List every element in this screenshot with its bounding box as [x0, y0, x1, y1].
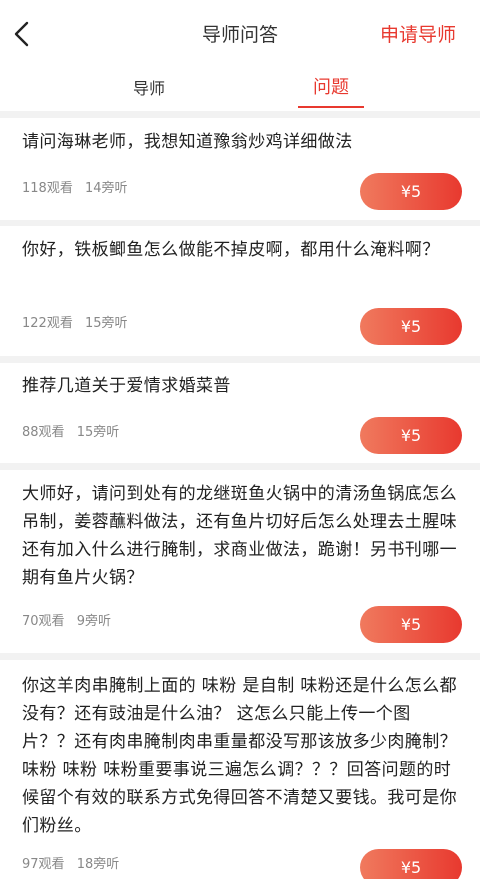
question-text: 你这羊肉串腌制上面的 味粉 是自制 味粉还是什么怎么都没有？还有豉油是什么油？ … [22, 676, 458, 836]
view-count: 118观看 [22, 181, 73, 196]
listen-count: 15旁听 [84, 316, 128, 331]
tab-mentor[interactable]: 导师 [89, 75, 209, 99]
price-button[interactable]: ¥5 [360, 308, 462, 345]
question-stats: 97观看 18旁听 [22, 853, 127, 872]
listen-count: 14旁听 [84, 181, 128, 196]
question-card[interactable]: 你好，铁板鲫鱼怎么做能不掉皮啊，都用什么淹料啊？ 122观看 15旁听 ¥5 [0, 226, 480, 356]
tab-question[interactable]: 问题 [271, 73, 391, 99]
listen-count: 9旁听 [76, 614, 111, 629]
question-stats: 118观看 14旁听 [22, 177, 136, 196]
tab-bar: 导师 问题 [0, 66, 480, 111]
question-stats: 122观看 15旁听 [22, 312, 136, 331]
listen-count: 15旁听 [76, 425, 120, 440]
price-button[interactable]: ¥5 [360, 849, 462, 879]
active-tab-indicator [298, 106, 364, 108]
question-text: 请问海琳老师，我想知道豫翁炒鸡详细做法 [22, 132, 353, 152]
view-count: 70观看 [22, 614, 65, 629]
navigation-header: 导师问答 申请导师 [0, 0, 480, 66]
apply-mentor-button[interactable]: 申请导师 [380, 20, 456, 47]
question-stats: 70观看 9旁听 [22, 610, 119, 629]
price-button[interactable]: ¥5 [360, 606, 462, 643]
question-card[interactable]: 你这羊肉串腌制上面的 味粉 是自制 味粉还是什么怎么都没有？还有豉油是什么油？ … [0, 660, 480, 879]
question-text: 大师好，请问到处有的龙继斑鱼火锅中的清汤鱼锅底怎么吊制，姜蓉蘸料做法，还有鱼片切… [22, 484, 457, 588]
view-count: 88观看 [22, 425, 65, 440]
question-card[interactable]: 请问海琳老师，我想知道豫翁炒鸡详细做法 118观看 14旁听 ¥5 [0, 118, 480, 220]
price-button[interactable]: ¥5 [360, 173, 462, 210]
view-count: 122观看 [22, 316, 73, 331]
view-count: 97观看 [22, 857, 65, 872]
question-stats: 88观看 15旁听 [22, 421, 127, 440]
price-button[interactable]: ¥5 [360, 417, 462, 454]
question-card[interactable]: 推荐几道关于爱情求婚菜普 88观看 15旁听 ¥5 [0, 363, 480, 463]
listen-count: 18旁听 [76, 857, 120, 872]
question-card[interactable]: 大师好，请问到处有的龙继斑鱼火锅中的清汤鱼锅底怎么吊制，姜蓉蘸料做法，还有鱼片切… [0, 470, 480, 653]
question-text: 推荐几道关于爱情求婚菜普 [22, 376, 231, 396]
question-text: 你好，铁板鲫鱼怎么做能不掉皮啊，都用什么淹料啊？ [22, 240, 440, 260]
